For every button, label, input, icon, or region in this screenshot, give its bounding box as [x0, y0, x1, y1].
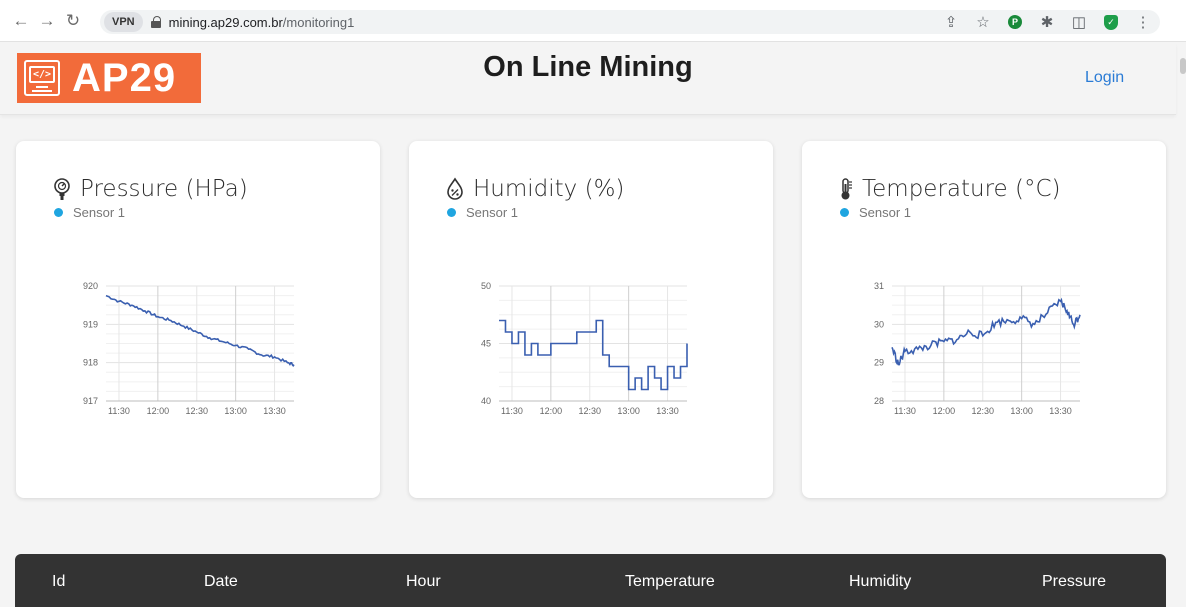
kebab-menu-icon[interactable]: ⋮ — [1134, 13, 1152, 31]
legend-label: Sensor 1 — [466, 205, 519, 220]
address-bar[interactable]: VPN mining.ap29.com.br/monitoring1 ⇪ ☆ P… — [100, 10, 1160, 34]
gauge-icon — [54, 178, 70, 200]
x-tick-label: 13:00 — [224, 406, 247, 416]
x-tick-label: 13:00 — [617, 406, 640, 416]
humidity-chart-svg: 50 45 40 11:30 12:00 12:30 13:00 13:30 — [481, 281, 688, 416]
card-title-text: Pressure (HPa) — [80, 176, 248, 202]
temperature-chart-svg: 31 30 29 28 11:30 12:00 12:30 13:00 13:30 — [874, 281, 1081, 416]
y-tick-label: 31 — [874, 281, 884, 291]
extension-p-icon[interactable]: P — [1006, 13, 1024, 31]
forward-button[interactable]: → — [36, 10, 58, 32]
pressure-chart-svg: 920 919 918 917 11:30 12:00 12:30 13:00 13:30 — [83, 281, 295, 416]
x-tick-label: 12:00 — [540, 406, 563, 416]
puzzle-icon[interactable]: ✱ — [1038, 13, 1056, 31]
page-title: On Line Mining — [483, 51, 693, 83]
y-tick-label: 29 — [874, 358, 884, 368]
y-tick-label: 45 — [481, 339, 491, 349]
vpn-badge[interactable]: VPN — [104, 12, 143, 32]
arrow-left-icon: ← — [12, 10, 30, 30]
pressure-card: Pressure (HPa) Sensor 1 920 919 918 917 11:3… — [16, 141, 380, 498]
star-icon[interactable]: ☆ — [974, 13, 992, 31]
y-tick-label: 920 — [83, 281, 98, 291]
column-header-pressure[interactable]: Pressure — [1042, 573, 1106, 591]
chart-legend[interactable]: Sensor 1 — [54, 205, 125, 220]
y-tick-label: 40 — [481, 396, 491, 406]
card-title-text: Humidity (%) — [473, 176, 625, 202]
column-header-temperature[interactable]: Temperature — [625, 573, 715, 591]
legend-dot — [840, 208, 849, 217]
card-title-text: Temperature (°C) — [862, 176, 1061, 202]
column-header-date[interactable]: Date — [204, 573, 238, 591]
humidity-chart: 50 45 40 11:30 12:00 12:30 13:00 13:30 — [469, 276, 729, 426]
chart-legend[interactable]: Sensor 1 — [447, 205, 518, 220]
humidity-card: Humidity (%) Sensor 1 50 45 40 11:30 12:00 12… — [409, 141, 773, 498]
url-text[interactable]: mining.ap29.com.br/monitoring1 — [169, 15, 355, 30]
x-tick-label: 11:30 — [894, 406, 916, 416]
column-header-id[interactable]: Id — [52, 573, 65, 591]
legend-label: Sensor 1 — [859, 205, 912, 220]
x-tick-label: 13:00 — [1010, 406, 1033, 416]
x-tick-label: 13:30 — [1049, 406, 1072, 416]
lock-icon[interactable] — [150, 16, 161, 28]
column-header-humidity[interactable]: Humidity — [849, 573, 911, 591]
scrollbar-thumb[interactable] — [1180, 58, 1186, 74]
x-tick-label: 11:30 — [108, 406, 130, 416]
temperature-card: Temperature (°C) Sensor 1 31 30 29 28 11:30 1… — [802, 141, 1166, 498]
site-header: </> AP29 On Line Mining Login — [0, 43, 1176, 115]
legend-label: Sensor 1 — [73, 205, 126, 220]
pressure-chart: 920 919 918 917 11:30 12:00 12:30 13:00 13:30 — [76, 276, 336, 426]
reload-icon: ↻ — [65, 10, 81, 30]
x-tick-label: 12:30 — [578, 406, 601, 416]
x-tick-label: 13:30 — [263, 406, 286, 416]
arrow-right-icon: → — [38, 10, 56, 30]
x-tick-label: 13:30 — [656, 406, 679, 416]
back-button[interactable]: ← — [10, 10, 32, 32]
y-tick-label: 919 — [83, 319, 98, 329]
shield-check-icon[interactable]: ✓ — [1102, 13, 1120, 31]
browser-toolbar: ← → ↻ VPN mining.ap29.com.br/monitoring1… — [0, 0, 1186, 42]
card-title: Temperature (°C) — [838, 176, 1061, 202]
share-icon[interactable]: ⇪ — [942, 13, 960, 31]
y-tick-label: 917 — [83, 396, 98, 406]
series-line[interactable] — [499, 319, 688, 391]
chart-legend[interactable]: Sensor 1 — [840, 205, 911, 220]
readings-table-header: Id Date Hour Temperature Humidity Pressu… — [15, 554, 1166, 607]
x-tick-label: 12:00 — [147, 406, 170, 416]
y-tick-label: 28 — [874, 396, 884, 406]
url-path: /monitoring1 — [282, 14, 355, 30]
series-line[interactable] — [105, 294, 295, 367]
droplet-icon — [447, 177, 463, 200]
x-tick-label: 12:00 — [933, 406, 956, 416]
card-title: Pressure (HPa) — [52, 176, 248, 202]
sidepanel-icon[interactable]: ◫ — [1070, 13, 1088, 31]
x-tick-label: 12:30 — [971, 406, 994, 416]
legend-dot — [447, 208, 456, 217]
x-tick-label: 12:30 — [185, 406, 208, 416]
y-tick-label: 918 — [83, 358, 98, 368]
url-host: mining.ap29.com.br — [168, 14, 283, 30]
reload-button[interactable]: ↻ — [62, 10, 84, 32]
thermometer-icon — [841, 178, 852, 200]
column-header-hour[interactable]: Hour — [406, 573, 441, 591]
y-tick-label: 30 — [874, 319, 884, 329]
series-line[interactable] — [891, 297, 1081, 366]
vpn-label: VPN — [112, 16, 135, 28]
login-link[interactable]: Login — [1085, 69, 1124, 87]
legend-dot — [54, 208, 63, 217]
card-title: Humidity (%) — [445, 176, 624, 202]
y-tick-label: 50 — [481, 281, 491, 291]
x-tick-label: 11:30 — [501, 406, 523, 416]
temperature-chart: 31 30 29 28 11:30 12:00 12:30 13:00 13:30 — [862, 276, 1122, 426]
